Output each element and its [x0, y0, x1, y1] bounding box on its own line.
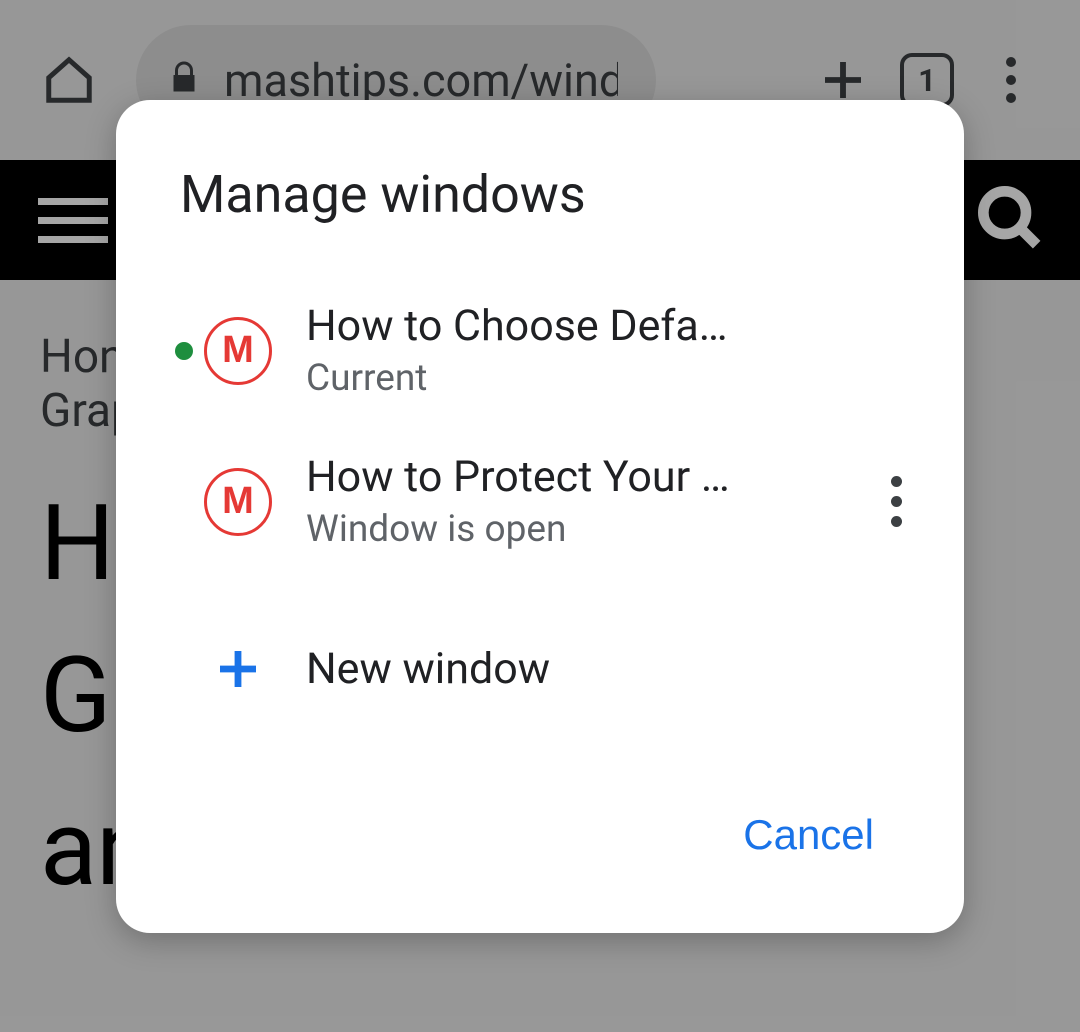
- window-item-title: How to Protect Your Go…: [306, 452, 736, 502]
- window-item-subtitle: Window is open: [306, 508, 876, 551]
- window-item[interactable]: M How to Protect Your Go… Window is open: [116, 426, 964, 577]
- new-window-button[interactable]: New window: [116, 577, 964, 733]
- window-item-current[interactable]: M How to Choose Default … Current: [116, 275, 964, 426]
- current-indicator-icon: [175, 342, 193, 360]
- dialog-title: Manage windows: [116, 100, 964, 275]
- window-item-menu-icon[interactable]: [876, 476, 916, 527]
- site-favicon-icon: M: [204, 317, 272, 385]
- window-item-title: How to Choose Default …: [306, 301, 736, 351]
- plus-icon: [204, 635, 272, 703]
- new-window-label: New window: [306, 644, 550, 694]
- manage-windows-dialog: Manage windows M How to Choose Default ……: [116, 100, 964, 933]
- cancel-button[interactable]: Cancel: [713, 793, 904, 877]
- window-item-subtitle: Current: [306, 357, 916, 400]
- site-favicon-icon: M: [204, 468, 272, 536]
